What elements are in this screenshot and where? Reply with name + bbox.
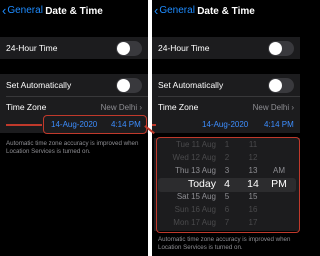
left-screen: ‹ General Date & Time 24-Hour Time Set A… — [0, 0, 148, 256]
timezone-label: Time Zone — [158, 102, 199, 112]
page-title: Date & Time — [197, 6, 255, 17]
highlight-line — [6, 124, 42, 126]
toggle-knob — [117, 42, 130, 55]
auto-toggle[interactable] — [116, 78, 142, 93]
hour24-toggle[interactable] — [116, 41, 142, 56]
hour24-row: 24-Hour Time — [0, 37, 148, 59]
hour24-label: 24-Hour Time — [158, 43, 210, 53]
auto-row: Set Automatically — [0, 74, 148, 96]
toggle-knob — [117, 79, 130, 92]
auto-toggle[interactable] — [268, 78, 294, 93]
time-value: 4:14 PM — [264, 120, 294, 129]
auto-label: Set Automatically — [6, 80, 72, 90]
auto-row: Set Automatically — [152, 74, 300, 96]
toggle-knob — [269, 79, 282, 92]
timezone-row[interactable]: Time Zone New Delhi › — [152, 96, 300, 118]
auto-group: Set Automatically Time Zone New Delhi › — [0, 74, 148, 118]
hour24-label: 24-Hour Time — [6, 43, 58, 53]
datetime-row[interactable]: 14-Aug-2020 4:14 PM — [152, 117, 300, 133]
hour24-group: 24-Hour Time — [152, 37, 300, 59]
nav-bar: ‹ General Date & Time — [0, 0, 148, 24]
location-note: Automatic time zone accuracy is improved… — [6, 140, 139, 155]
timezone-value: New Delhi › — [252, 102, 294, 112]
timezone-value: New Delhi › — [100, 102, 142, 112]
auto-group: Set Automatically Time Zone New Delhi › — [152, 74, 300, 118]
timezone-label: Time Zone — [6, 102, 47, 112]
location-note: Automatic time zone accuracy is improved… — [158, 236, 291, 251]
hour24-row: 24-Hour Time — [152, 37, 300, 59]
hour24-toggle[interactable] — [268, 41, 294, 56]
highlight-box — [43, 115, 147, 134]
highlight-box — [156, 137, 300, 233]
nav-bar: ‹ General Date & Time — [152, 0, 300, 24]
page-title: Date & Time — [45, 6, 103, 17]
auto-label: Set Automatically — [158, 80, 224, 90]
toggle-knob — [269, 42, 282, 55]
highlight-line — [152, 124, 156, 126]
date-value: 14-Aug-2020 — [202, 120, 249, 129]
right-screen: ‹ General Date & Time 24-Hour Time Set A… — [152, 0, 300, 256]
hour24-group: 24-Hour Time — [0, 37, 148, 59]
